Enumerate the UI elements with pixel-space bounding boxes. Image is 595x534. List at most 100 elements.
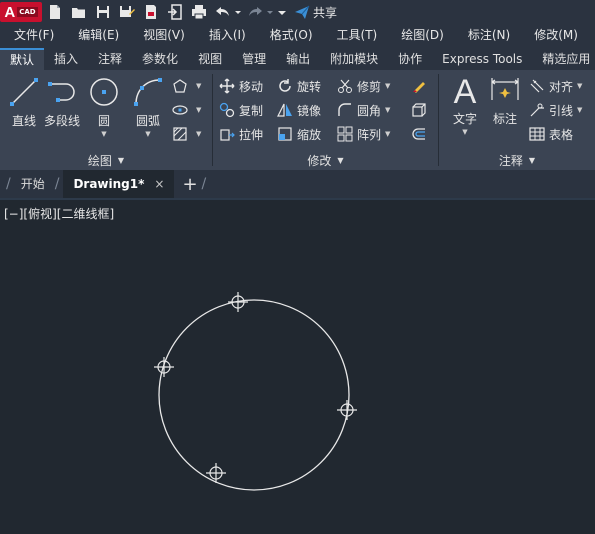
leader-dropdown-icon[interactable]: ▼ [577, 106, 582, 114]
new-file-icon[interactable] [44, 2, 66, 22]
print-icon[interactable] [188, 2, 210, 22]
redo-icon[interactable] [244, 2, 266, 22]
dimension-button[interactable]: 标注 [489, 74, 521, 127]
menu-file[interactable]: 文件(F) [0, 24, 66, 46]
tab-insert[interactable]: 插入 [44, 48, 88, 70]
trim-button[interactable]: 修剪 ▼ [337, 76, 390, 96]
offset-button[interactable] [411, 124, 431, 144]
text-dropdown-icon[interactable]: ▼ [462, 128, 467, 136]
open-folder-icon[interactable] [68, 2, 90, 22]
erase-button[interactable] [411, 76, 431, 96]
arc-icon [134, 78, 162, 106]
grip-point-bottom[interactable] [206, 463, 226, 483]
polyline-button[interactable]: 多段线 [44, 76, 80, 129]
share-button[interactable]: 共享 [294, 4, 337, 21]
menu-dimension[interactable]: 标注(N) [456, 24, 522, 46]
menu-modify[interactable]: 修改(M) [522, 24, 590, 46]
table-button[interactable]: 表格 [529, 124, 573, 144]
polygon-button[interactable]: ▼ [172, 76, 201, 96]
align-dropdown-icon[interactable]: ▼ [577, 82, 582, 90]
menu-insert[interactable]: 插入(I) [197, 24, 258, 46]
tab-view[interactable]: 视图 [188, 48, 232, 70]
arc-button[interactable]: 圆弧 ▼ [132, 76, 164, 138]
trim-dropdown-icon[interactable]: ▼ [385, 82, 390, 90]
polygon-dropdown-icon[interactable]: ▼ [196, 82, 201, 90]
tab-collaborate[interactable]: 协作 [388, 48, 432, 70]
tab-addins[interactable]: 附加模块 [320, 48, 388, 70]
close-icon[interactable]: × [154, 170, 164, 198]
modify-panel-title[interactable]: 修改 ▼ [213, 150, 438, 170]
drawn-circle[interactable] [158, 299, 350, 491]
annotation-panel-title[interactable]: 注释 ▼ [439, 150, 595, 170]
redo-dropdown-icon[interactable] [266, 2, 274, 22]
import-icon[interactable] [164, 2, 186, 22]
explode-icon [412, 103, 426, 117]
grip-point-top[interactable] [228, 292, 248, 312]
tab-output[interactable]: 输出 [276, 48, 320, 70]
leader-button[interactable]: 引线 ▼ [529, 100, 582, 120]
ellipse-dropdown-icon[interactable]: ▼ [196, 106, 201, 114]
customize-toolbar-icon[interactable] [276, 2, 288, 22]
grip-point-left[interactable] [154, 357, 174, 377]
eraser-icon [413, 82, 425, 93]
circle-button[interactable]: 圆 ▼ [88, 76, 120, 138]
drawing-canvas[interactable] [0, 200, 595, 534]
tab-parametric[interactable]: 参数化 [132, 48, 188, 70]
menu-edit[interactable]: 编辑(E) [66, 24, 131, 46]
modify-panel-label: 修改 [307, 153, 332, 168]
draw-panel-title[interactable]: 绘图 ▼ [0, 150, 212, 170]
ellipse-button[interactable]: ▼ [172, 100, 201, 120]
menu-format[interactable]: 格式(O) [258, 24, 325, 46]
copy-icon [219, 102, 235, 118]
undo-dropdown-icon[interactable] [234, 2, 242, 22]
hatch-dropdown-icon[interactable]: ▼ [196, 130, 201, 138]
tab-default[interactable]: 默认 [0, 48, 45, 70]
menu-view[interactable]: 视图(V) [131, 24, 197, 46]
mirror-button[interactable]: 镜像 [277, 100, 321, 120]
annotation-panel-expand-icon: ▼ [528, 155, 536, 165]
tab-manage[interactable]: 管理 [232, 48, 276, 70]
app-logo[interactable]: A CAD [0, 2, 42, 22]
draw-panel-expand-icon: ▼ [117, 155, 125, 165]
menu-draw[interactable]: 绘图(D) [389, 24, 456, 46]
stretch-button[interactable]: 拉伸 [219, 124, 263, 144]
drawing-viewport[interactable]: [−][俯视][二维线框] [0, 200, 595, 534]
copy-button[interactable]: 复制 [219, 100, 263, 120]
ribbon-panel: 直线 多段线 圆 ▼ 圆弧 ▼ ▼ ▼ ▼ 绘图 ▼ 移动 旋转 修剪 ▼ 复制… [0, 70, 595, 170]
svg-text:A: A [454, 74, 477, 106]
rotate-button[interactable]: 旋转 [277, 76, 321, 96]
array-icon [337, 126, 353, 142]
tab-express-tools[interactable]: Express Tools [432, 48, 532, 70]
text-icon: A [454, 74, 477, 106]
text-label: 文字 [452, 112, 477, 126]
menu-tools[interactable]: 工具(T) [325, 24, 390, 46]
tab-divider: / [201, 176, 207, 192]
scale-button[interactable]: 缩放 [277, 124, 321, 144]
hatch-button[interactable]: ▼ [172, 124, 201, 144]
fillet-button[interactable]: 圆角 ▼ [337, 100, 390, 120]
arc-dropdown-icon[interactable]: ▼ [145, 130, 150, 138]
save-icon[interactable] [92, 2, 114, 22]
annotation-panel: A 文字 ▼ 标注 对齐 ▼ 引线 ▼ 表格 注释 ▼ [439, 70, 595, 170]
undo-icon[interactable] [212, 2, 234, 22]
export-pdf-icon[interactable] [140, 2, 162, 22]
move-button[interactable]: 移动 [219, 76, 263, 96]
grip-point-right[interactable] [337, 400, 357, 420]
array-dropdown-icon[interactable]: ▼ [385, 130, 390, 138]
line-button[interactable]: 直线 [8, 76, 40, 129]
array-button[interactable]: 阵列 ▼ [337, 124, 390, 144]
circle-dropdown-icon[interactable]: ▼ [101, 130, 106, 138]
text-button[interactable]: A 文字 ▼ [449, 74, 481, 136]
file-tab-start[interactable]: 开始 [15, 170, 51, 198]
explode-button[interactable] [411, 100, 431, 120]
save-as-icon[interactable] [116, 2, 138, 22]
fillet-dropdown-icon[interactable]: ▼ [385, 106, 390, 114]
logo-sub: CAD [17, 7, 38, 17]
align-button[interactable]: 对齐 ▼ [529, 76, 582, 96]
tab-annotate[interactable]: 注释 [88, 48, 132, 70]
new-tab-button[interactable]: + [182, 174, 197, 195]
file-tabs: / 开始 / Drawing1* × + / [0, 170, 595, 198]
tab-featured-apps[interactable]: 精选应用 [532, 48, 595, 70]
file-tab-drawing1[interactable]: Drawing1* × [63, 170, 175, 198]
menu-parametric[interactable]: 参 [590, 24, 595, 46]
